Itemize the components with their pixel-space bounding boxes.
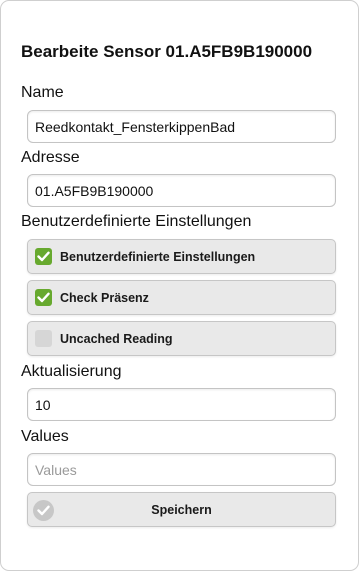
address-input[interactable]: [27, 174, 336, 207]
checkbox-empty-icon: [35, 330, 52, 347]
checkbox-label: Benutzerdefinierte Einstellungen: [60, 249, 256, 264]
check-circle-icon: [33, 500, 54, 521]
checkbox-label: Check Präsenz: [60, 290, 149, 305]
check-icon: [35, 248, 52, 265]
name-label: Name: [21, 84, 64, 101]
values-input[interactable]: [27, 453, 336, 486]
checkbox-check-presence[interactable]: Check Präsenz: [27, 280, 336, 315]
checkbox-uncached-reading[interactable]: Uncached Reading: [27, 321, 336, 356]
dialog-title: Bearbeite Sensor 01.A5FB9B190000: [21, 42, 313, 61]
interval-label: Aktualisierung: [21, 363, 122, 380]
values-label: Values: [21, 428, 69, 445]
save-button[interactable]: Speichern: [27, 492, 336, 527]
name-input[interactable]: [27, 110, 336, 143]
custom-settings-label: Benutzerdefinierte Einstellungen: [21, 213, 252, 230]
checkbox-custom-settings[interactable]: Benutzerdefinierte Einstellungen: [27, 239, 336, 274]
check-icon: [35, 289, 52, 306]
interval-input[interactable]: [27, 388, 336, 421]
edit-sensor-dialog: Bearbeite Sensor 01.A5FB9B190000 Name Ad…: [0, 0, 359, 571]
address-label: Adresse: [21, 149, 80, 166]
save-button-label: Speichern: [151, 502, 212, 517]
checkbox-label: Uncached Reading: [60, 331, 173, 346]
